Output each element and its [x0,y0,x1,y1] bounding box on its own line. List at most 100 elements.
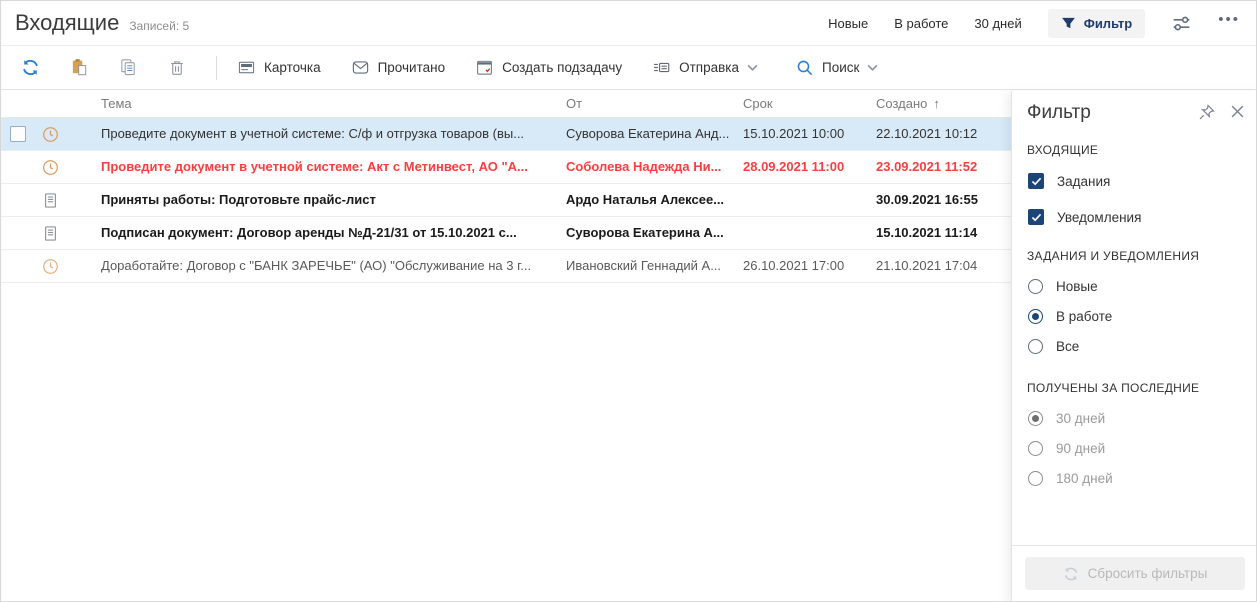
ellipsis-icon: ••• [1218,15,1240,25]
sliders-icon [1171,13,1192,34]
radio-checked-icon [1028,411,1043,426]
filter-radio-all-label: Все [1056,339,1079,354]
task-subject: Подписан документ: Договор аренды №Д-21/… [101,217,553,249]
filter-radio-new[interactable]: Новые [1028,279,1098,294]
create-subtask-button[interactable]: Создать подзадачу [469,53,628,82]
column-header-subject[interactable]: Тема [101,90,132,118]
column-header-created[interactable]: Создано ↑ [876,90,940,118]
task-from: Ардо Наталья Алексее... [566,184,734,216]
radio-unchecked-icon [1028,339,1043,354]
copy-icon [119,58,138,77]
card-button[interactable]: Карточка [231,53,327,82]
task-subject: Проведите документ в учетной системе: С/… [101,118,553,150]
create-subtask-label: Создать подзадачу [502,60,622,75]
task-subject: Доработайте: Договор с "БАНК ЗАРЕЧЬЕ" (А… [101,250,553,282]
close-panel-button[interactable] [1230,104,1245,119]
refresh-icon [1063,566,1079,582]
task-from: Суворова Екатерина А... [566,217,734,249]
row-checkbox[interactable] [10,126,26,142]
filter-button-label: Фильтр [1084,16,1133,31]
filter-radio-180-days[interactable]: 180 дней [1028,471,1113,486]
pin-icon [1197,103,1216,122]
filter-radio-90-days[interactable]: 90 дней [1028,441,1105,456]
reset-filters-label: Сбросить фильтры [1088,566,1208,581]
chevron-down-icon [867,64,878,71]
send-menu-label: Отправка [679,60,739,75]
chip-in-progress[interactable]: В работе [894,16,948,31]
filter-section-received: ПОЛУЧЕНЫ ЗА ПОСЛЕДНИЕ [1027,381,1199,395]
sort-ascending-icon: ↑ [933,96,940,111]
copy-button[interactable] [113,53,144,82]
filter-checkbox-tasks[interactable]: Задания [1028,173,1110,189]
pin-panel-button[interactable] [1197,103,1216,122]
toolbar: Карточка Прочитано Создать подзадачу [1,46,1256,90]
task-from: Ивановский Геннадий А... [566,250,734,282]
radio-unchecked-icon [1028,471,1043,486]
task-due: 28.09.2021 11:00 [743,151,867,183]
filter-radio-in-progress-label: В работе [1056,309,1112,324]
chip-30-days[interactable]: 30 дней [974,16,1021,31]
trash-icon [168,59,186,77]
delete-button[interactable] [162,54,192,82]
task-created: 23.09.2021 11:52 [876,151,1001,183]
refresh-button[interactable] [15,53,46,82]
card-button-label: Карточка [264,60,321,75]
filter-section-incoming: ВХОДЯЩИЕ [1027,143,1098,157]
clock-icon [42,159,59,176]
paste-icon [70,58,89,77]
search-menu-label: Поиск [822,60,859,75]
envelope-icon [351,58,370,77]
filter-radio-in-progress[interactable]: В работе [1028,309,1112,324]
inbox-window: Входящие Записей: 5 Новые В работе 30 дн… [0,0,1257,602]
reset-filters-button[interactable]: Сбросить фильтры [1025,557,1245,590]
filter-panel-title: Фильтр [1027,102,1091,124]
page-header: Входящие Записей: 5 Новые В работе 30 дн… [1,1,1256,46]
filter-radio-30-days-label: 30 дней [1056,411,1105,426]
filter-radio-all[interactable]: Все [1028,339,1079,354]
funnel-icon [1061,16,1076,31]
send-menu-button[interactable]: Отправка [646,53,764,82]
view-settings-button[interactable] [1171,13,1192,34]
task-created: 21.10.2021 17:04 [876,250,1001,282]
filter-radio-new-label: Новые [1056,279,1098,294]
radio-checked-icon [1028,309,1043,324]
card-icon [237,58,256,77]
more-actions-button[interactable]: ••• [1218,21,1240,25]
close-icon [1230,104,1245,119]
toolbar-divider [216,56,217,80]
filter-radio-30-days[interactable]: 30 дней [1028,411,1105,426]
column-header-from[interactable]: От [566,90,582,118]
records-count: Записей: 5 [129,19,189,33]
radio-unchecked-icon [1028,279,1043,294]
task-subject: Проведите документ в учетной системе: Ак… [101,151,553,183]
filter-checkbox-notifications[interactable]: Уведомления [1028,209,1141,225]
task-created: 22.10.2021 10:12 [876,118,1001,150]
refresh-icon [21,58,40,77]
header-filter-summary: Новые В работе 30 дней Фильтр ••• [828,9,1240,38]
task-due: 15.10.2021 10:00 [743,118,867,150]
document-icon [42,192,59,209]
filter-button[interactable]: Фильтр [1048,9,1146,38]
filter-checkbox-tasks-label: Задания [1057,174,1110,189]
filter-radio-90-days-label: 90 дней [1056,441,1105,456]
search-menu-button[interactable]: Поиск [790,54,884,82]
clock-icon [42,258,59,275]
paste-button[interactable] [64,53,95,82]
filter-panel: Фильтр ВХОДЯЩИЕ Задания [1011,91,1257,602]
mark-read-label: Прочитано [378,60,446,75]
task-created: 30.09.2021 16:55 [876,184,1001,216]
column-header-created-label: Создано [876,96,927,111]
task-created: 15.10.2021 11:14 [876,217,1001,249]
checkbox-checked-icon [1028,173,1044,189]
search-icon [796,59,814,77]
filter-section-tasks-notifications: ЗАДАНИЯ И УВЕДОМЛЕНИЯ [1027,249,1199,263]
send-list-icon [652,58,671,77]
column-header-due[interactable]: Срок [743,90,773,118]
filter-panel-footer: Сбросить фильтры [1012,545,1257,602]
filter-checkbox-notifications-label: Уведомления [1057,210,1141,225]
chip-new[interactable]: Новые [828,16,868,31]
calendar-check-icon [475,58,494,77]
filter-radio-180-days-label: 180 дней [1056,471,1113,486]
mark-read-button[interactable]: Прочитано [345,53,452,82]
checkbox-checked-icon [1028,209,1044,225]
